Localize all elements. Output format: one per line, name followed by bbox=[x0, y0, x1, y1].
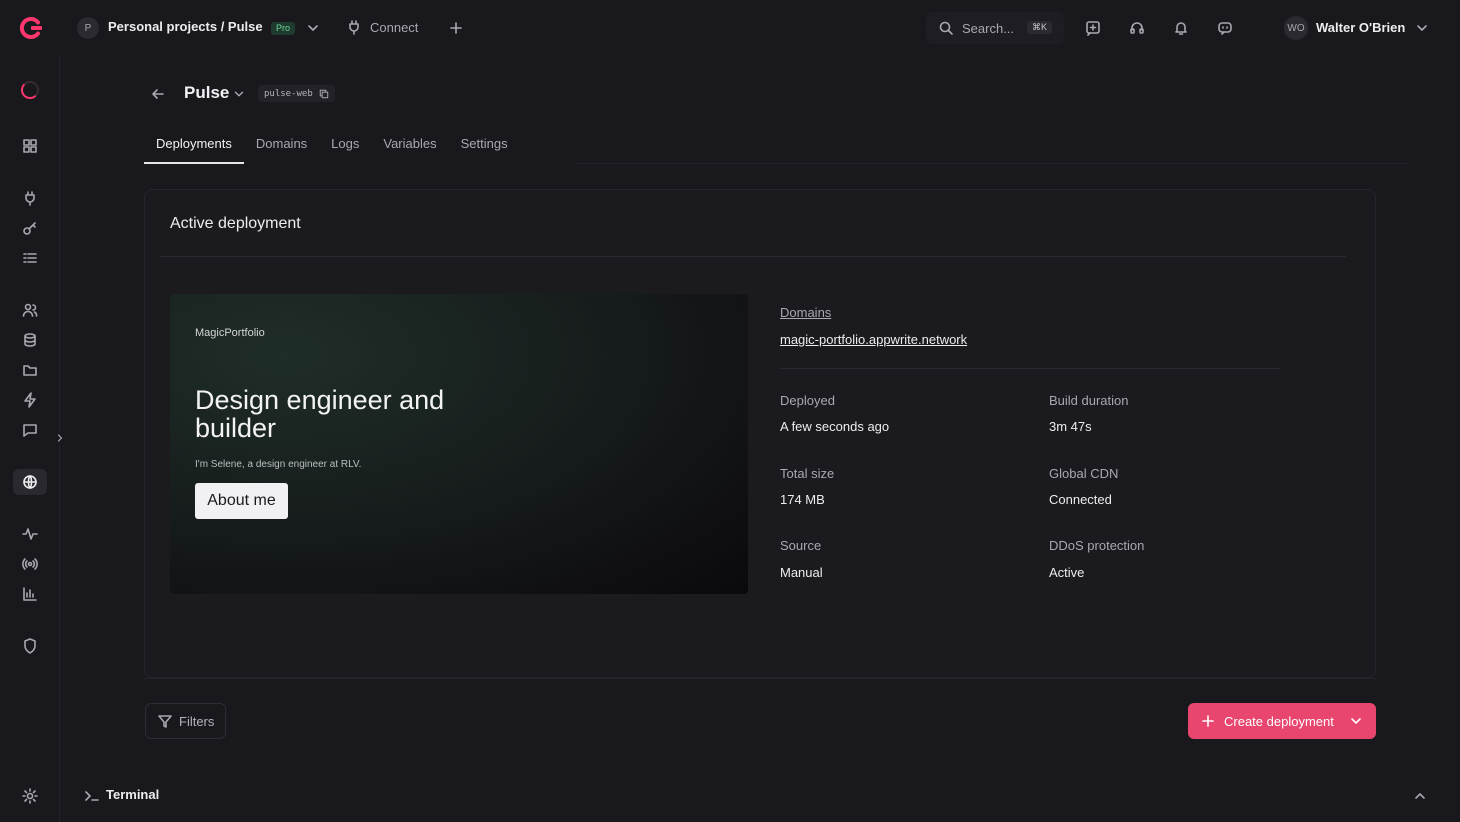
ddos-protection-value: Active bbox=[1049, 565, 1085, 580]
search-shortcut: ⌘K bbox=[1026, 21, 1052, 34]
total-size-label: Total size bbox=[780, 466, 835, 481]
functions-icon[interactable] bbox=[22, 392, 38, 408]
plan-badge: Pro bbox=[271, 22, 296, 35]
deployment-preview[interactable]: MagicPortfolio Design engineer and build… bbox=[170, 294, 748, 594]
tab-variables[interactable]: Variables bbox=[371, 126, 448, 164]
appwrite-logo-icon[interactable] bbox=[16, 14, 44, 42]
tab-deployments[interactable]: Deployments bbox=[144, 126, 244, 164]
terminal-icon bbox=[84, 788, 100, 804]
project-avatar[interactable]: P bbox=[77, 17, 99, 39]
support-icon[interactable] bbox=[1129, 20, 1145, 36]
filters-label: Filters bbox=[179, 713, 215, 729]
create-deployment-label: Create deployment bbox=[1224, 713, 1334, 729]
project-breadcrumb[interactable]: Personal projects / Pulse bbox=[108, 19, 263, 34]
preview-subtitle: I'm Selene, a design engineer at RLV. bbox=[195, 459, 362, 470]
connect-button[interactable]: Connect bbox=[346, 19, 418, 35]
chevron-down-icon[interactable] bbox=[232, 87, 246, 101]
tab-logs[interactable]: Logs bbox=[319, 126, 371, 164]
feedback-icon[interactable] bbox=[1085, 20, 1101, 36]
terminal-label[interactable]: Terminal bbox=[106, 787, 159, 802]
tabs-divider bbox=[576, 163, 1408, 164]
section-divider bbox=[144, 678, 1376, 679]
tab-domains[interactable]: Domains bbox=[244, 126, 319, 164]
ddos-protection-label: DDoS protection bbox=[1049, 538, 1145, 553]
chevron-down-icon[interactable] bbox=[1348, 713, 1364, 729]
preview-about-button: About me bbox=[195, 483, 288, 519]
overview-icon[interactable] bbox=[22, 138, 38, 154]
site-slug-badge[interactable]: pulse-web bbox=[258, 85, 335, 102]
plus-icon bbox=[1200, 713, 1216, 729]
card-divider bbox=[160, 256, 1346, 257]
build-duration-label: Build duration bbox=[1049, 393, 1129, 408]
domains-label[interactable]: Domains bbox=[780, 305, 831, 320]
chevron-down-icon[interactable] bbox=[1414, 20, 1430, 36]
top-bar: P Personal projects / Pulse Pro Connect … bbox=[0, 0, 1460, 56]
globe-icon[interactable] bbox=[13, 469, 47, 495]
back-arrow-icon[interactable] bbox=[150, 86, 166, 102]
assistant-icon[interactable] bbox=[1217, 20, 1233, 36]
chevron-up-icon[interactable] bbox=[1412, 788, 1428, 804]
terminal-bar[interactable] bbox=[60, 770, 1460, 822]
copy-icon[interactable] bbox=[319, 89, 329, 99]
plug-icon bbox=[346, 19, 362, 35]
site-slug: pulse-web bbox=[264, 88, 313, 99]
connect-label: Connect bbox=[370, 19, 419, 35]
domains-divider bbox=[780, 368, 1280, 369]
sidebar bbox=[0, 56, 60, 822]
deployed-label: Deployed bbox=[780, 393, 835, 408]
tab-settings[interactable]: Settings bbox=[449, 126, 520, 164]
list-icon[interactable] bbox=[22, 250, 38, 266]
search-input[interactable]: Search... ⌘K bbox=[926, 12, 1064, 44]
folder-icon[interactable] bbox=[22, 362, 38, 378]
avatar[interactable]: WO bbox=[1284, 16, 1308, 40]
card-title: Active deployment bbox=[170, 215, 301, 232]
user-name[interactable]: Walter O'Brien bbox=[1316, 20, 1405, 35]
source-label: Source bbox=[780, 538, 822, 553]
usage-chart-icon[interactable] bbox=[22, 586, 38, 602]
shield-icon[interactable] bbox=[22, 638, 38, 654]
deployed-value: A few seconds ago bbox=[780, 419, 890, 434]
messaging-icon[interactable] bbox=[22, 422, 38, 438]
domain-link[interactable]: magic-portfolio.appwrite.network bbox=[780, 332, 967, 347]
total-size-value: 174 MB bbox=[780, 492, 825, 507]
plug-icon[interactable] bbox=[22, 190, 38, 206]
preview-headline: Design engineer and builder bbox=[195, 385, 445, 443]
search-icon bbox=[938, 20, 954, 36]
global-cdn-value: Connected bbox=[1049, 492, 1112, 507]
tab-bar: Deployments Domains Logs Variables Setti… bbox=[144, 126, 520, 164]
filter-icon bbox=[157, 713, 173, 729]
users-icon[interactable] bbox=[22, 302, 38, 318]
preview-brand: MagicPortfolio bbox=[195, 327, 265, 339]
global-cdn-label: Global CDN bbox=[1049, 466, 1119, 481]
loading-spinner-icon bbox=[21, 81, 39, 99]
search-placeholder: Search... bbox=[962, 20, 1015, 36]
build-duration-value: 3m 47s bbox=[1049, 419, 1092, 434]
filters-button[interactable]: Filters bbox=[145, 703, 226, 739]
add-icon[interactable] bbox=[448, 20, 464, 36]
source-value: Manual bbox=[780, 565, 823, 580]
notifications-icon[interactable] bbox=[1173, 20, 1189, 36]
create-deployment-button[interactable]: Create deployment bbox=[1188, 703, 1376, 739]
database-icon[interactable] bbox=[22, 332, 38, 348]
page-title: Pulse bbox=[184, 83, 230, 102]
chevron-down-icon[interactable] bbox=[305, 20, 321, 36]
chevron-right-icon[interactable] bbox=[54, 432, 66, 444]
realtime-icon[interactable] bbox=[22, 556, 38, 572]
activity-icon[interactable] bbox=[22, 526, 38, 542]
gear-icon[interactable] bbox=[22, 788, 38, 804]
key-icon[interactable] bbox=[22, 220, 38, 236]
